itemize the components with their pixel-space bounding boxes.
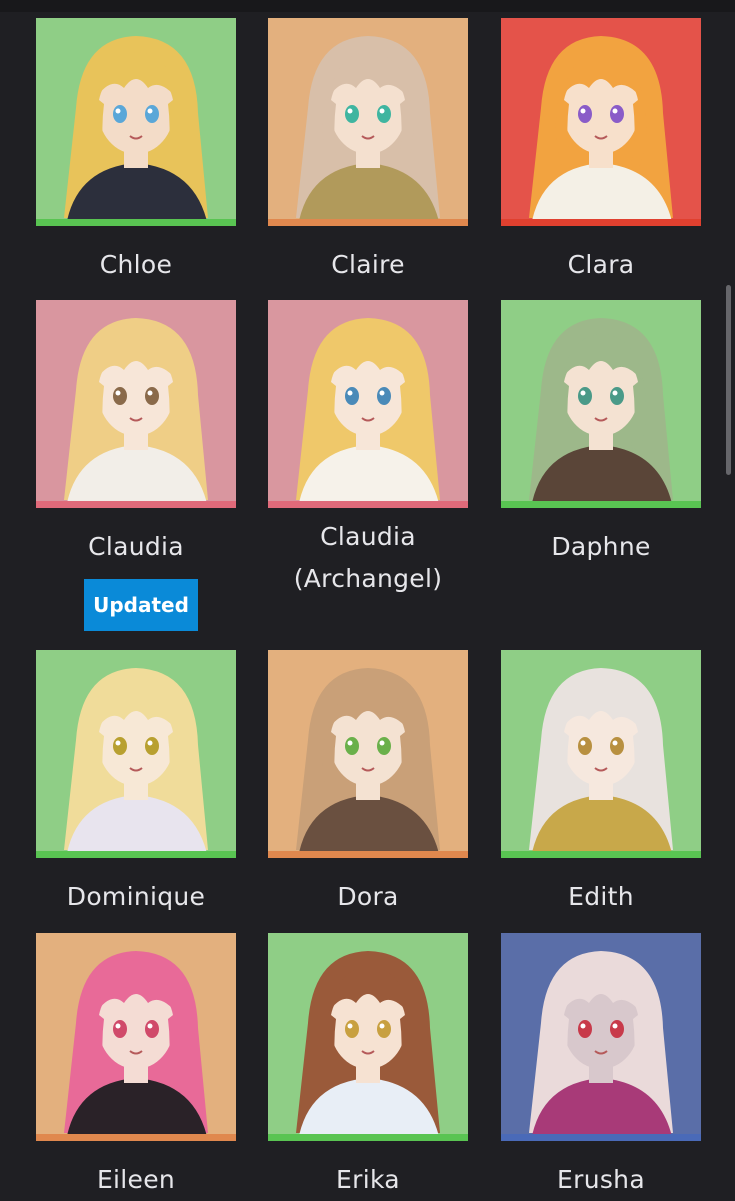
character-card[interactable]: Dora — [268, 650, 468, 911]
rarity-bar — [501, 501, 701, 508]
character-portrait-art — [268, 650, 468, 858]
character-card[interactable]: Claire — [268, 18, 468, 279]
character-name[interactable]: Dora — [238, 876, 498, 918]
rarity-bar — [501, 851, 701, 858]
rarity-bar — [36, 851, 236, 858]
character-card[interactable]: Dominique — [36, 650, 236, 911]
character-portrait-art — [501, 300, 701, 508]
character-portrait[interactable] — [36, 650, 236, 858]
character-portrait-art — [36, 300, 236, 508]
character-portrait[interactable] — [501, 650, 701, 858]
rarity-bar — [501, 219, 701, 226]
character-portrait-art — [501, 18, 701, 226]
character-portrait[interactable] — [36, 300, 236, 508]
character-name[interactable]: Clara — [471, 244, 731, 286]
rarity-bar — [36, 1134, 236, 1141]
character-card[interactable]: Claudia (Archangel) — [268, 300, 468, 593]
character-portrait[interactable] — [501, 18, 701, 226]
character-name[interactable]: Erika — [238, 1159, 498, 1201]
character-card[interactable]: Chloe — [36, 18, 236, 279]
character-portrait[interactable] — [501, 300, 701, 508]
character-portrait[interactable] — [501, 933, 701, 1141]
character-portrait-art — [501, 933, 701, 1141]
character-name[interactable]: Claudia — [6, 526, 266, 568]
rarity-bar — [268, 1134, 468, 1141]
updated-badge: Updated — [84, 579, 198, 631]
character-card[interactable]: Clara — [501, 18, 701, 279]
character-portrait[interactable] — [36, 933, 236, 1141]
character-portrait-art — [268, 300, 468, 508]
character-grid: Chloe Claire Clara Claudia Updated Claudia (Ar… — [0, 0, 735, 1199]
character-portrait[interactable] — [268, 650, 468, 858]
character-portrait-art — [268, 933, 468, 1141]
rarity-bar — [36, 501, 236, 508]
character-card[interactable]: Erika — [268, 933, 468, 1194]
character-portrait-art — [268, 18, 468, 226]
character-name[interactable]: Chloe — [6, 244, 266, 286]
character-portrait-art — [36, 18, 236, 226]
character-card[interactable]: Eileen — [36, 933, 236, 1194]
rarity-bar — [268, 501, 468, 508]
character-name[interactable]: Claudia (Archangel) — [238, 516, 498, 600]
character-name[interactable]: Daphne — [471, 526, 731, 568]
rarity-bar — [36, 219, 236, 226]
character-portrait[interactable] — [36, 18, 236, 226]
character-portrait-art — [501, 650, 701, 858]
character-name[interactable]: Edith — [471, 876, 731, 918]
rarity-bar — [268, 851, 468, 858]
character-portrait-art — [36, 933, 236, 1141]
character-name[interactable]: Claire — [238, 244, 498, 286]
character-name[interactable]: Erusha — [471, 1159, 731, 1201]
rarity-bar — [501, 1134, 701, 1141]
character-portrait-art — [36, 650, 236, 858]
character-card[interactable]: Edith — [501, 650, 701, 911]
character-name[interactable]: Dominique — [6, 876, 266, 918]
character-portrait[interactable] — [268, 933, 468, 1141]
rarity-bar — [268, 219, 468, 226]
character-card[interactable]: Erusha — [501, 933, 701, 1194]
character-card[interactable]: Claudia Updated — [36, 300, 236, 631]
character-card[interactable]: Daphne — [501, 300, 701, 561]
character-portrait[interactable] — [268, 300, 468, 508]
character-portrait[interactable] — [268, 18, 468, 226]
scrollbar[interactable] — [726, 285, 731, 475]
character-name[interactable]: Eileen — [6, 1159, 266, 1201]
